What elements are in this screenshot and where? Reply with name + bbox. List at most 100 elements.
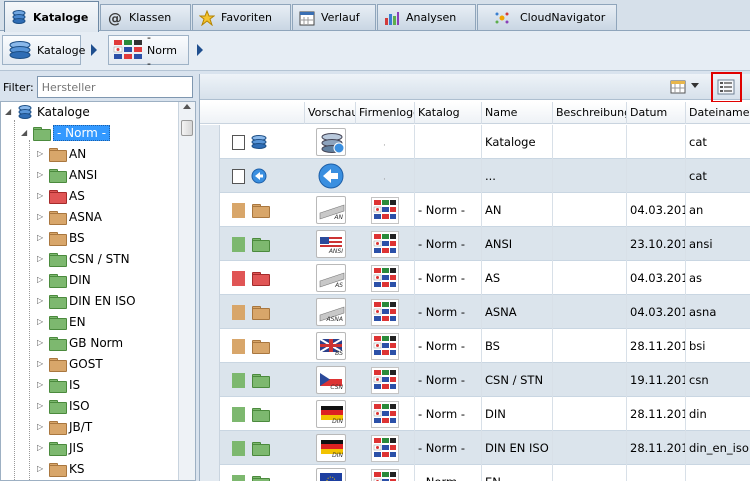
- expand-toggle-icon[interactable]: ▷: [37, 318, 45, 326]
- tab-analysen[interactable]: Analysen: [377, 4, 476, 30]
- expand-toggle-icon[interactable]: ▷: [37, 276, 45, 284]
- cell-datum: 04.03.2013: [626, 193, 686, 227]
- company-logo: [371, 401, 399, 428]
- expand-toggle-icon[interactable]: ▷: [37, 192, 45, 200]
- expand-toggle-icon[interactable]: ▷: [37, 360, 45, 368]
- tree-item-label: AN: [69, 147, 87, 161]
- expand-toggle-icon[interactable]: ▷: [37, 423, 45, 431]
- folder-icon: [49, 421, 67, 435]
- tree-item[interactable]: ▷ ANSI: [37, 165, 97, 185]
- tree-item[interactable]: ▷ ISO: [37, 396, 90, 416]
- tree-item[interactable]: ▷ GOST: [37, 354, 103, 374]
- table-row[interactable]: AN- Norm -AN04.03.2013an: [200, 193, 750, 227]
- expand-toggle-icon[interactable]: ▷: [37, 339, 45, 347]
- expand-toggle-icon[interactable]: ▷: [37, 444, 45, 452]
- tree-item[interactable]: ▷ EN: [37, 312, 86, 332]
- color-swatch: [232, 475, 245, 481]
- folder-icon: [49, 316, 67, 330]
- table-row[interactable]: ANSI- Norm -ANSI23.10.2013ansi: [200, 227, 750, 261]
- breadcrumb-label: - Norm -: [147, 30, 178, 70]
- folder-open-icon: [33, 127, 51, 141]
- tree-scrollbar[interactable]: [178, 102, 195, 480]
- table-row[interactable]: AS- Norm -AS04.03.2013as: [200, 261, 750, 295]
- dropdown-arrow-icon[interactable]: [691, 83, 699, 88]
- tree-item[interactable]: ▷ DIN EN ISO: [37, 291, 136, 311]
- preview-image: DIN: [316, 400, 346, 428]
- expand-toggle-icon[interactable]: ▷: [37, 171, 45, 179]
- column-header-name[interactable]: Name: [481, 102, 553, 124]
- preview-image: BS: [316, 332, 346, 360]
- column-header-katalog[interactable]: Katalog: [414, 102, 482, 124]
- folder-icon: [49, 148, 67, 162]
- column-header-firmenlogo[interactable]: Firmenlogo: [355, 102, 415, 124]
- expand-toggle-icon[interactable]: ◢: [21, 129, 29, 137]
- table-row[interactable]: DIN - Norm -DIN EN ISO 28.11.2013din_en_is…: [200, 431, 750, 465]
- column-header-dateiname[interactable]: Dateiname: [685, 102, 750, 124]
- breadcrumb-kataloge[interactable]: Kataloge: [2, 35, 85, 65]
- tree-item[interactable]: ▷ ASNA: [37, 207, 102, 227]
- expand-toggle-icon[interactable]: ▷: [37, 402, 45, 410]
- column-header-datum[interactable]: Datum: [626, 102, 686, 124]
- tab-label: CloudNavigator: [520, 11, 606, 24]
- cell-datum: 28.11.2013: [626, 329, 686, 363]
- tree-item[interactable]: ▷ KS: [37, 459, 85, 479]
- table-row[interactable]: CSN - Norm -CSN / STN 19.11.2013csn: [200, 363, 750, 397]
- tab-klassen[interactable]: @ Klassen: [100, 4, 191, 30]
- expand-toggle-icon[interactable]: ▷: [37, 150, 45, 158]
- folder-icon: [252, 340, 270, 354]
- table-row[interactable]: · Kataloge cat: [200, 125, 750, 159]
- cell-katalog: [414, 125, 482, 159]
- scroll-thumb[interactable]: [181, 120, 193, 136]
- expand-toggle-icon[interactable]: ▷: [37, 465, 45, 473]
- column-header-vorschau[interactable]: Vorschau: [304, 102, 356, 124]
- color-swatch: [232, 441, 245, 456]
- tree-item[interactable]: ▷ JB/T: [37, 417, 92, 437]
- folder-icon: [252, 476, 270, 481]
- table-row[interactable]: BS- Norm -BS28.11.2013bsi: [200, 329, 750, 363]
- row-gutter: [200, 431, 220, 465]
- tree-item[interactable]: ▷ IS: [37, 375, 80, 395]
- expand-toggle-icon[interactable]: ◢: [5, 108, 13, 116]
- table-row[interactable]: DIN- Norm -DIN28.11.2013din: [200, 397, 750, 431]
- tree-item[interactable]: ▷ AN: [37, 144, 86, 164]
- tree-item-label: DIN EN ISO: [69, 294, 136, 308]
- cell-beschreibung: [552, 295, 627, 329]
- cell-name: AN: [481, 193, 553, 227]
- tree-item[interactable]: ▷ CSN / STN: [37, 249, 130, 269]
- tree-item[interactable]: ▷ DIN: [37, 270, 91, 290]
- view-options-icon[interactable]: [670, 78, 688, 96]
- folder-icon: [252, 442, 270, 456]
- scroll-up-icon[interactable]: [183, 104, 191, 109]
- preview-image: AN: [316, 196, 346, 224]
- expand-toggle-icon[interactable]: ▷: [37, 234, 45, 242]
- table-row[interactable]: ASNA- Norm -ASNA04.03.2013asna: [200, 295, 750, 329]
- table-row[interactable]: EU - Norm -EN: [200, 465, 750, 481]
- tree-item[interactable]: ▷ GB Norm: [37, 333, 123, 353]
- expand-toggle-icon[interactable]: ▷: [37, 255, 45, 263]
- folder-icon: [252, 204, 270, 218]
- tree-item[interactable]: ▷ BS: [37, 228, 85, 248]
- tree-root[interactable]: ◢ Kataloge: [5, 102, 90, 122]
- cell-beschreibung: [552, 431, 627, 465]
- table-row[interactable]: ·... cat: [200, 159, 750, 193]
- breadcrumb-norm[interactable]: - Norm -: [108, 31, 189, 70]
- tab-favoriten[interactable]: Favoriten: [192, 4, 291, 30]
- cell-datum: [626, 465, 686, 481]
- tree-item[interactable]: ▷ JIS: [37, 438, 84, 458]
- expand-toggle-icon[interactable]: ▷: [37, 213, 45, 221]
- tree-item-label: GB Norm: [69, 336, 124, 350]
- filter-input[interactable]: [36, 76, 193, 98]
- expand-toggle-icon[interactable]: ▷: [37, 381, 45, 389]
- tab-cloudnavigator[interactable]: CloudNavigator: [477, 4, 617, 30]
- cell-katalog: - Norm -: [414, 465, 482, 481]
- tree-item-norm[interactable]: ◢ - Norm -: [21, 123, 111, 143]
- column-header-beschreibung[interactable]: Beschreibung: [552, 102, 627, 124]
- folder-icon: [49, 400, 67, 414]
- tree-root-label: Kataloge: [37, 105, 90, 119]
- folder-icon: [252, 272, 270, 286]
- expand-toggle-icon[interactable]: ▷: [37, 297, 45, 305]
- cell-dateiname: an: [685, 193, 750, 227]
- tree-item[interactable]: ▷ AS: [37, 186, 85, 206]
- tab-verlauf[interactable]: Verlauf: [292, 4, 376, 30]
- tab-kataloge[interactable]: Kataloge: [4, 1, 99, 32]
